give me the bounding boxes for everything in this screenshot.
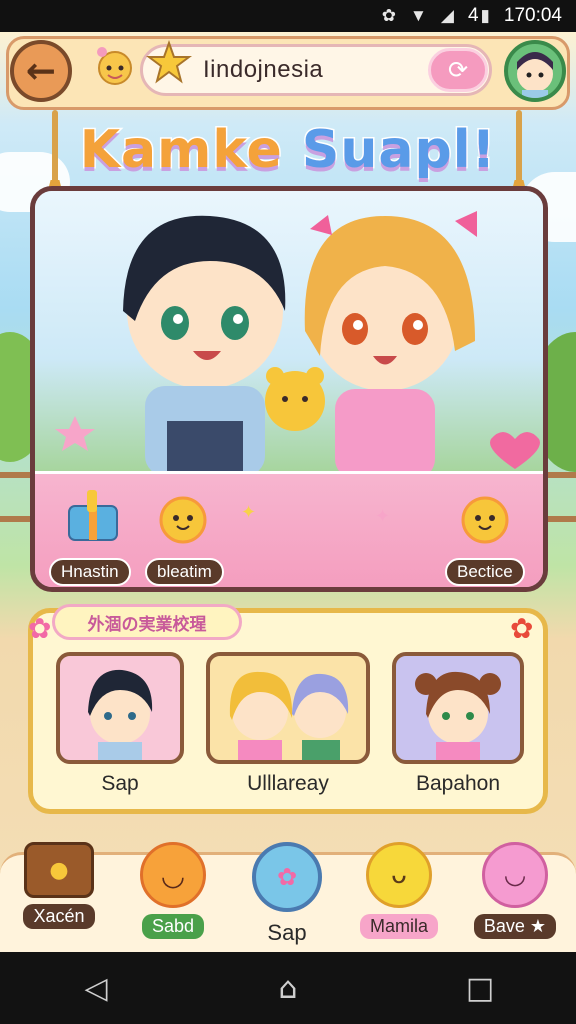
star-icon: [146, 40, 192, 84]
hero-card: ✦ ✦ Hnastin bleatim Bectice: [30, 186, 548, 592]
gallery-item-2-label: Ulllareay: [247, 772, 329, 795]
battery-level: 4: [467, 5, 479, 26]
avatar-icon: [517, 52, 553, 98]
dock-item-mamila[interactable]: ᴗ Mamila: [344, 842, 454, 939]
dock-label-xacen: Xacén: [23, 904, 95, 929]
nav-back-button[interactable]: ◁: [66, 958, 126, 1018]
search-input[interactable]: Iindojnesia: [203, 56, 323, 84]
wifi-icon: ▼: [410, 6, 427, 25]
character-portrait: [88, 669, 153, 760]
gallery-heading: 外涸の実業校瑆: [52, 604, 242, 640]
characters-illustration: [55, 211, 540, 481]
candy-creature-icon: ◡: [482, 842, 548, 908]
title-part-2: Suapl!: [300, 119, 497, 182]
gallery-item-1-label: Sap: [101, 772, 139, 795]
nav-home-button[interactable]: ⌂: [258, 958, 318, 1018]
dock-item-bave[interactable]: ◡ Bave ★: [460, 842, 570, 939]
dock-item-sabd[interactable]: ◡ Sabd: [118, 842, 228, 939]
flower-icon: ✿: [28, 612, 52, 645]
character-portrait: [415, 671, 501, 760]
sun-creature-icon: [159, 496, 207, 544]
mascot-icon: [97, 47, 132, 85]
bear-creature-icon: ᴗ: [366, 842, 432, 908]
profile-avatar[interactable]: [504, 40, 566, 102]
battery-icon: ▮: [480, 6, 490, 25]
home-icon: ⌂: [278, 970, 298, 1006]
dock-label-sabd: Sabd: [141, 914, 205, 939]
battery-indicator: 4 ▮: [468, 5, 490, 27]
nav-recents-button[interactable]: □: [450, 958, 510, 1018]
status-bar: ✿ ▼ ◢ 4 ▮ 170:04: [0, 0, 576, 32]
dock-label-bave: Bave ★: [473, 914, 557, 939]
search-button[interactable]: ⟳: [428, 48, 488, 92]
card-actions: ✦ ✦ Hnastin bleatim Bectice: [35, 471, 543, 587]
smiley-creature-icon: ◡: [140, 842, 206, 908]
treasure-chest-icon: ●: [24, 842, 94, 898]
dock-item-xacen[interactable]: ● Xacén: [4, 842, 114, 929]
dock-item-sap[interactable]: ✿ Sap: [232, 842, 342, 948]
dock-label-mamila: Mamila: [359, 914, 438, 939]
chip-bleatim[interactable]: bleatim: [145, 558, 224, 586]
character-portrait: [229, 671, 349, 760]
signal-icon: ◢: [440, 6, 454, 25]
back-button[interactable]: ←: [10, 40, 72, 102]
refresh-icon: ⟳: [447, 56, 469, 84]
gallery-heading-text: 外涸の実業校瑆: [87, 614, 207, 635]
chip-hnastin[interactable]: Hnastin: [49, 558, 131, 586]
sun-creature-icon: [461, 496, 509, 544]
settings-status-icon: ✿: [381, 6, 397, 25]
gallery-item-1[interactable]: [56, 652, 184, 764]
system-nav-bar: ◁ ⌂ □: [0, 952, 576, 1024]
hero-illustration: [35, 191, 543, 481]
gallery-item-2[interactable]: [206, 652, 370, 764]
flower-icon: ✿: [510, 612, 534, 645]
chip-bectice[interactable]: Bectice: [445, 558, 525, 586]
square-recents-icon: □: [465, 970, 495, 1006]
game-title: Kamke Suapl!: [0, 119, 576, 182]
arrow-left-icon: ←: [25, 50, 57, 92]
title-part-1: Kamke: [78, 119, 283, 182]
gallery-item-3-label: Bapahon: [415, 772, 501, 795]
bubble-icon: ✿: [252, 842, 322, 912]
gallery-item-3[interactable]: [392, 652, 524, 764]
gift-box-icon: [68, 490, 118, 541]
dock-label-sap: Sap: [267, 920, 307, 945]
triangle-back-icon: ◁: [84, 970, 108, 1006]
clock: 170:04: [503, 5, 562, 26]
